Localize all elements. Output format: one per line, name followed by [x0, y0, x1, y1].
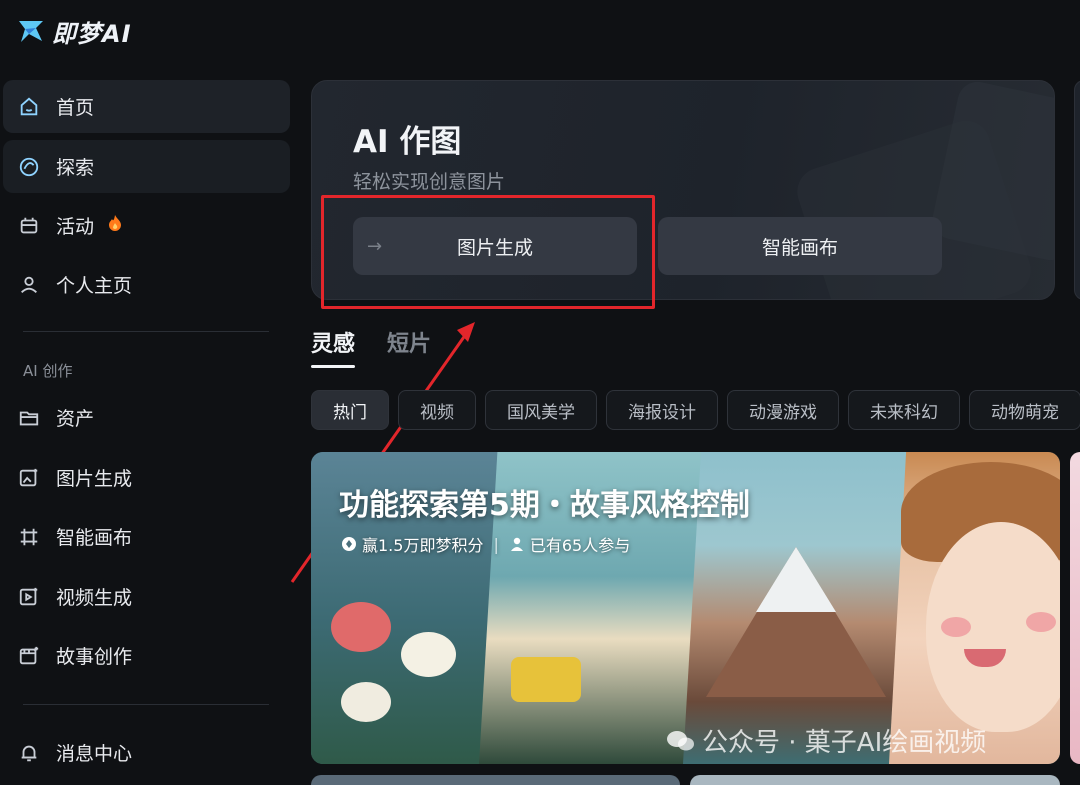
sidebar-item-explore[interactable]: 探索: [3, 140, 290, 193]
feed-card[interactable]: [690, 775, 1060, 785]
chip-poster[interactable]: 海报设计: [606, 390, 718, 430]
chip-guofeng[interactable]: 国风美学: [485, 390, 597, 430]
chip-scifi[interactable]: 未来科幻: [848, 390, 960, 430]
user-icon: [510, 537, 523, 551]
flower-decoration: [341, 682, 391, 722]
meta-separator: |: [493, 534, 499, 554]
feed-card[interactable]: [311, 775, 680, 785]
sidebar-divider: [23, 704, 269, 705]
chip-pets[interactable]: 动物萌宠: [969, 390, 1080, 430]
smart-canvas-button[interactable]: 智能画布: [658, 217, 942, 275]
sidebar-item-canvas[interactable]: 智能画布: [3, 510, 290, 563]
watermark: 公众号 · 菓子AI绘画视频: [666, 722, 986, 759]
app-logo[interactable]: 即梦AI: [16, 14, 132, 48]
tab-shorts[interactable]: 短片: [387, 326, 431, 358]
sidebar-item-label: 个人主页: [56, 275, 133, 297]
banner-meta: 赢1.5万即梦积分 | 已有65人参与: [341, 532, 630, 556]
reward-text: 赢1.5万即梦积分: [362, 536, 484, 555]
folder-icon: [17, 406, 41, 430]
participants-text: 已有65人参与: [529, 536, 631, 555]
sidebar-item-home[interactable]: 首页: [3, 80, 290, 133]
sidebar-item-label: 探索: [56, 157, 95, 179]
sidebar-item-messages[interactable]: 消息中心: [3, 726, 290, 779]
sidebar-item-label: 图片生成: [56, 468, 133, 490]
sidebar-item-label: 视频生成: [56, 587, 133, 609]
sidebar: 即梦AI 首页 探索 活动 个人主页 AI 创作 资产 图片生成 智能画布 视频…: [0, 0, 300, 785]
reward-info: 赢1.5万即梦积分: [341, 532, 483, 556]
sidebar-item-video-gen[interactable]: 视频生成: [3, 570, 290, 623]
category-chips: 热门 视频 国风美学 海报设计 动漫游戏 未来科幻 动物萌宠: [311, 390, 1080, 430]
bell-icon: [17, 741, 41, 765]
sidebar-item-label: 首页: [56, 97, 95, 119]
feed-tabs: 灵感 短片: [311, 326, 431, 368]
flower-decoration: [401, 632, 456, 677]
sidebar-item-story[interactable]: 故事创作: [3, 629, 290, 682]
sidebar-item-label: 资产: [56, 408, 95, 430]
sidebar-item-profile[interactable]: 个人主页: [3, 258, 290, 311]
pillow-decoration: [511, 657, 581, 702]
chip-hot[interactable]: 热门: [311, 390, 389, 430]
cheek-decoration: [941, 617, 971, 637]
reward-icon: [342, 537, 356, 551]
home-icon: [17, 95, 41, 119]
sidebar-item-activity[interactable]: 活动: [3, 199, 290, 252]
story-icon: [17, 644, 41, 668]
profile-icon: [17, 273, 41, 297]
cheek-decoration: [1026, 612, 1056, 632]
canvas-icon: [17, 525, 41, 549]
banner-title: 功能探索第5期・故事风格控制: [339, 488, 750, 523]
sidebar-item-assets[interactable]: 资产: [3, 391, 290, 444]
flower-decoration: [331, 602, 391, 652]
chip-video[interactable]: 视频: [398, 390, 476, 430]
sidebar-item-label: 智能画布: [56, 527, 133, 549]
section-label-ai-creation: AI 创作: [23, 362, 73, 380]
tab-inspiration[interactable]: 灵感: [311, 326, 356, 368]
snow-decoration: [756, 547, 836, 612]
next-banner-peek[interactable]: [1070, 452, 1080, 764]
annotation-highlight-box: [321, 195, 655, 309]
sidebar-item-label: 活动: [56, 216, 95, 238]
activity-icon: [17, 214, 41, 238]
image-gen-icon: [17, 466, 41, 490]
fire-icon: [107, 214, 123, 237]
logo-icon: [19, 21, 43, 42]
chip-anime-game[interactable]: 动漫游戏: [727, 390, 839, 430]
sidebar-item-label: 消息中心: [56, 743, 133, 765]
hero-decoration: [928, 81, 1054, 264]
hero-subtitle: 轻松实现创意图片: [353, 171, 506, 193]
wechat-icon: [667, 730, 694, 750]
sidebar-item-label: 故事创作: [56, 646, 133, 668]
next-card-peek[interactable]: [1074, 80, 1080, 300]
hero-title: AI 作图: [353, 124, 462, 160]
video-gen-icon: [17, 585, 41, 609]
logo-text: 即梦AI: [52, 19, 132, 48]
sidebar-item-image-gen[interactable]: 图片生成: [3, 451, 290, 504]
button-label: 智能画布: [761, 236, 838, 259]
explore-icon: [17, 155, 41, 179]
feature-banner[interactable]: 功能探索第5期・故事风格控制 赢1.5万即梦积分 | 已有65人参与 公众号 ·…: [311, 452, 1060, 764]
sidebar-divider: [23, 331, 269, 332]
participants-info: 已有65人参与: [509, 532, 630, 556]
watermark-text: 公众号 · 菓子AI绘画视频: [702, 728, 987, 758]
